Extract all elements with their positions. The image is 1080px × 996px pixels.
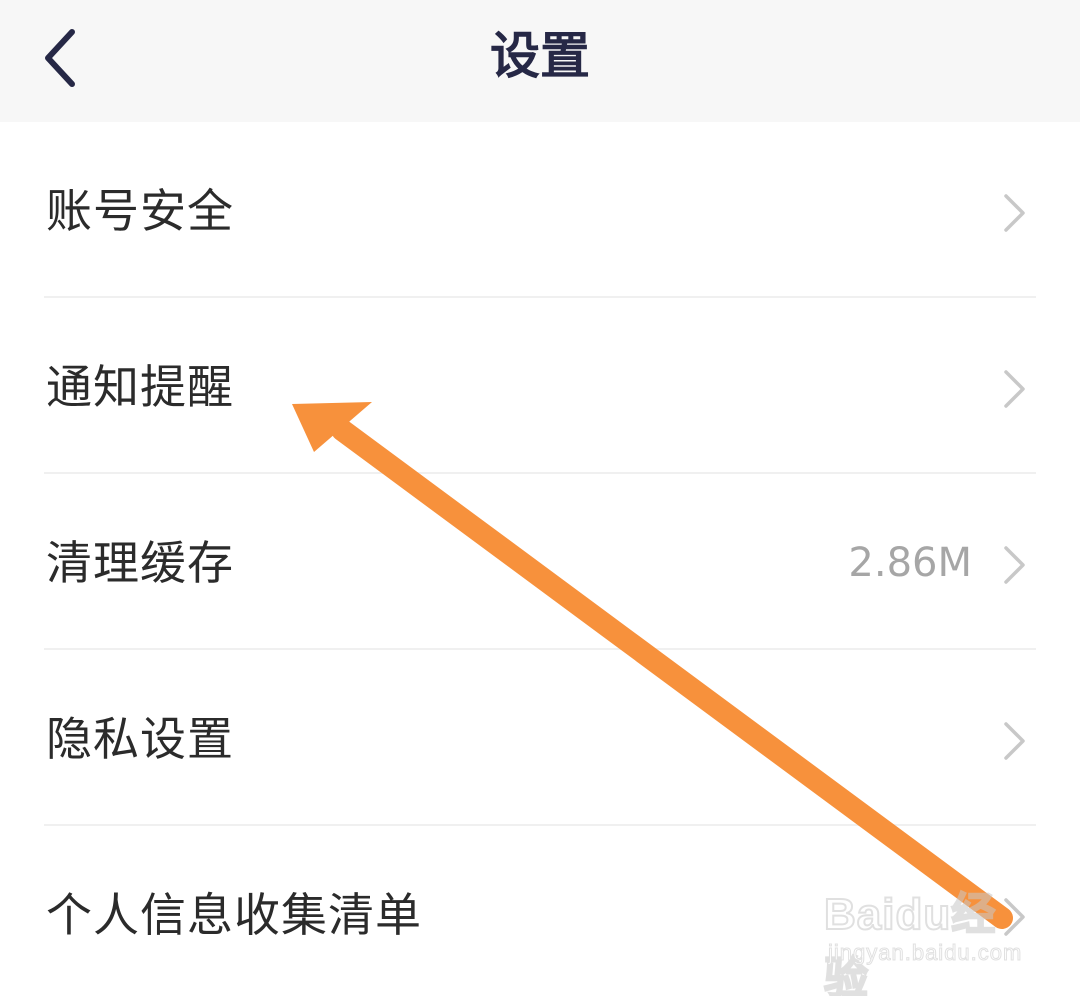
navigation-bar: 设置	[0, 0, 1080, 122]
cache-size-value: 2.86M	[848, 540, 972, 586]
settings-item-privacy[interactable]: 隐私设置	[0, 650, 1080, 826]
chevron-right-icon	[1004, 546, 1025, 584]
watermark-brand: Baidu经验	[823, 889, 997, 996]
settings-item-clear-cache[interactable]: 清理缓存 2.86M	[0, 474, 1080, 650]
settings-item-label: 清理缓存	[46, 536, 234, 590]
chevron-right-icon	[1004, 722, 1025, 760]
settings-item-label: 账号安全	[46, 184, 234, 238]
settings-item-notifications[interactable]: 通知提醒	[0, 298, 1080, 474]
page-title: 设置	[490, 27, 590, 85]
settings-item-label: 隐私设置	[46, 712, 234, 766]
chevron-right-icon	[1004, 194, 1025, 232]
chevron-right-icon	[1004, 370, 1025, 408]
baidu-jingyan-watermark: Baidu经验 jingyan.baidu.com	[823, 878, 1024, 996]
settings-list: 账号安全 通知提醒 清理缓存 2.86M 隐私设置 个人信息收集清单	[0, 122, 1080, 996]
settings-screen: 设置 账号安全 通知提醒 清理缓存 2.86M 隐私设置 个人信息收集清单 Ba…	[0, 0, 1080, 996]
settings-item-label: 通知提醒	[46, 360, 234, 414]
settings-item-label: 个人信息收集清单	[46, 888, 422, 942]
watermark-url: jingyan.baidu.com	[827, 940, 1023, 966]
settings-item-account-security[interactable]: 账号安全	[0, 122, 1080, 298]
